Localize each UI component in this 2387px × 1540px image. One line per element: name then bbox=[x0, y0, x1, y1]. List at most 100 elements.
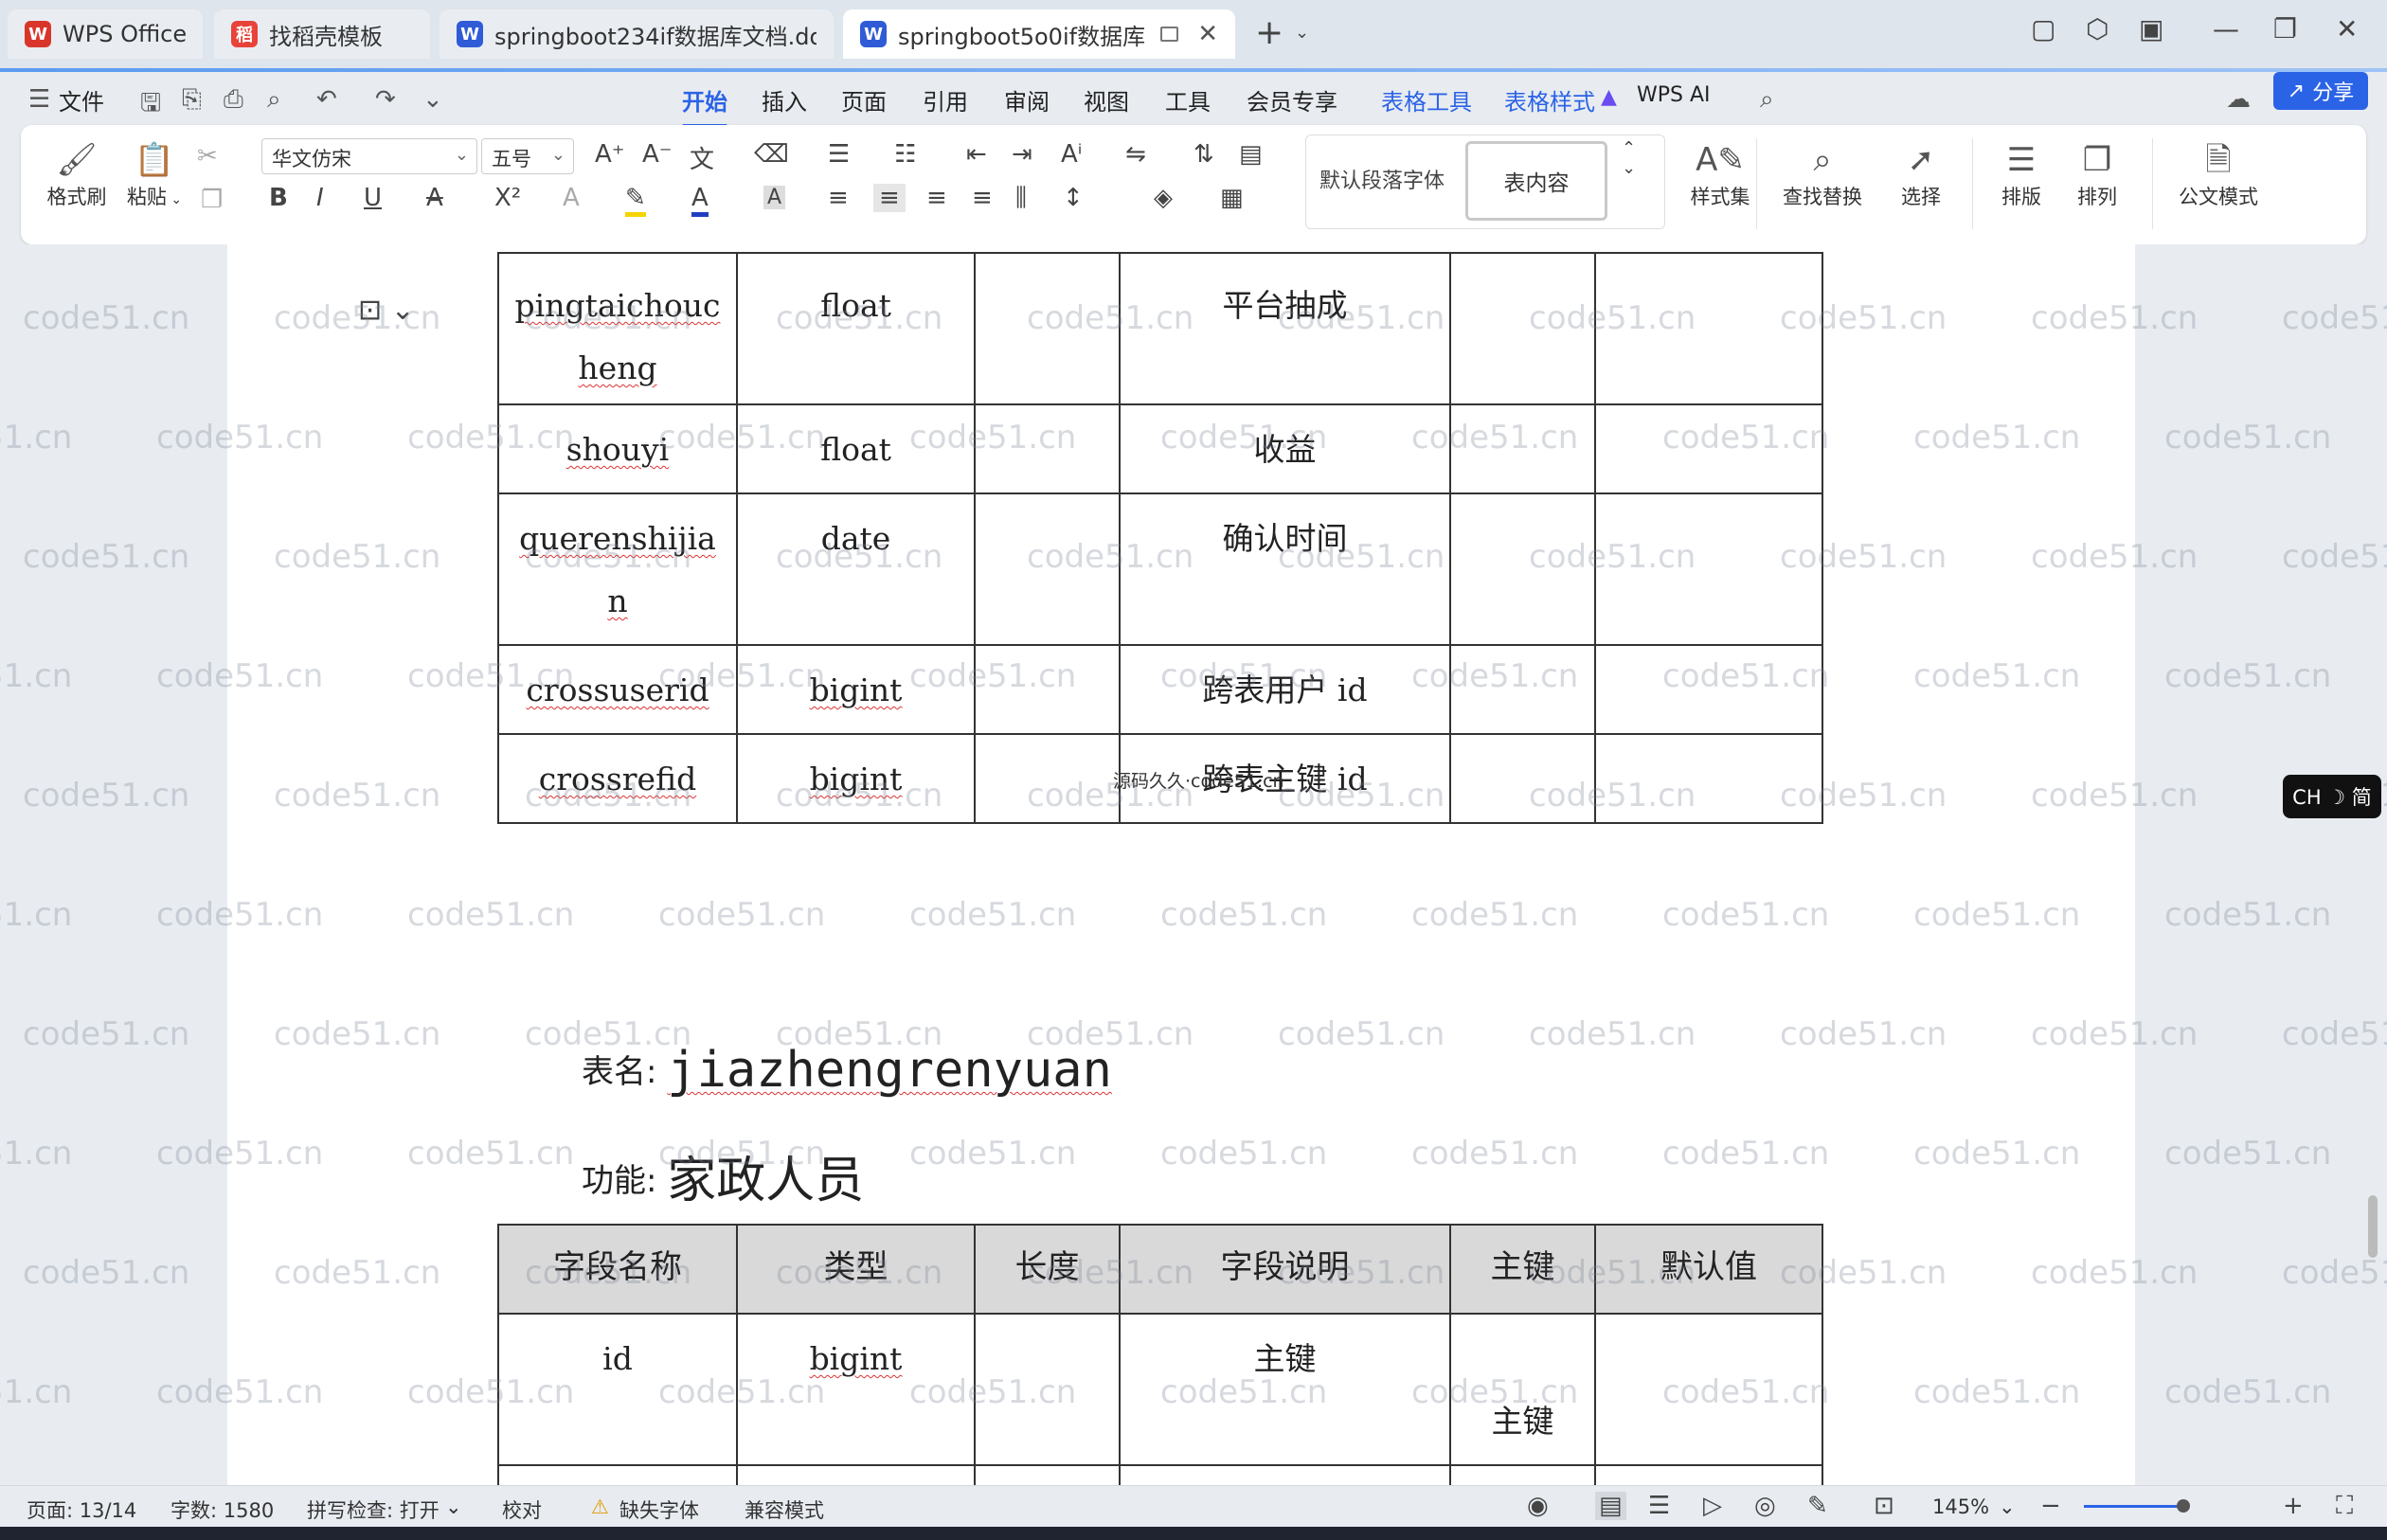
play-icon[interactable]: ▷ bbox=[1703, 1492, 1722, 1520]
field-pk-cell[interactable] bbox=[1449, 403, 1596, 494]
field-name-cell[interactable]: id bbox=[497, 1313, 738, 1466]
chevron-down-icon[interactable]: ⌄ bbox=[445, 1495, 462, 1518]
field-pk-cell[interactable] bbox=[1449, 252, 1596, 405]
justify-icon[interactable]: ≡ bbox=[972, 184, 993, 212]
menu-tab-page[interactable]: 页面 bbox=[841, 83, 887, 116]
table-row[interactable]: id bigint 主键 主键 bbox=[497, 1313, 1823, 1466]
pen-icon[interactable]: ✎ bbox=[1807, 1492, 1828, 1520]
clear-format-icon[interactable]: ⌫ bbox=[754, 140, 789, 169]
new-tab-plus-icon[interactable]: + bbox=[1255, 13, 1283, 52]
menu-tab-reference[interactable]: 引用 bbox=[923, 83, 968, 116]
field-pk-cell[interactable] bbox=[1449, 733, 1596, 824]
field-length-cell[interactable] bbox=[974, 403, 1121, 494]
field-pk-cell[interactable] bbox=[1449, 492, 1596, 646]
word-count[interactable]: 字数: 1580 bbox=[170, 1495, 274, 1524]
decrease-indent-icon[interactable]: ⇤ bbox=[966, 140, 987, 169]
window-layout-icon[interactable]: ▢ bbox=[2031, 13, 2055, 45]
field-name-cell[interactable]: pingtaichouc heng bbox=[497, 252, 738, 405]
field-length-cell[interactable] bbox=[974, 644, 1121, 735]
table-row[interactable]: querenshijia n date 确认时间 bbox=[497, 492, 1823, 646]
table-name-heading[interactable]: 表名: jiazhengrenyuan bbox=[582, 1042, 1112, 1099]
tab-doc-234[interactable]: W springboot234if数据库文档.doc bbox=[440, 9, 834, 59]
close-window-icon[interactable]: ✕ bbox=[2336, 13, 2358, 45]
close-tab-icon[interactable]: ✕ bbox=[1197, 20, 1218, 48]
menu-tab-insert[interactable]: 插入 bbox=[762, 83, 807, 116]
field-pk-cell[interactable] bbox=[1449, 644, 1596, 735]
zoom-level[interactable]: 145% bbox=[1932, 1495, 1989, 1518]
cloud-upload-icon[interactable]: ☁ bbox=[2226, 85, 2251, 114]
field-type-cell[interactable]: bigint bbox=[736, 1313, 976, 1466]
table-row[interactable]: crossuserid bigint 跨表用户 id bbox=[497, 644, 1823, 735]
menu-tab-table-tools[interactable]: 表格工具 bbox=[1381, 83, 1472, 116]
chevron-down-icon[interactable]: ⌄ bbox=[1999, 1495, 2016, 1518]
avatar[interactable]: ▣ bbox=[2139, 13, 2163, 45]
field-type-cell[interactable]: bigint bbox=[736, 733, 976, 824]
proofread-button[interactable]: 校对 bbox=[502, 1495, 542, 1524]
field-desc-cell[interactable]: 收益 bbox=[1119, 403, 1451, 494]
menu-tab-table-style[interactable]: 表格样式 bbox=[1504, 83, 1595, 116]
field-default-cell[interactable] bbox=[1594, 644, 1823, 735]
bold-icon[interactable]: B bbox=[269, 184, 288, 212]
styles-button[interactable]: A✎ 样式集 bbox=[1680, 138, 1760, 210]
table-handle-icon[interactable]: ⊡ ⌄ bbox=[358, 294, 415, 327]
field-name-cell[interactable]: querenshijia n bbox=[497, 492, 738, 646]
menu-tab-view[interactable]: 视图 bbox=[1084, 83, 1129, 116]
table-row[interactable]: pingtaichouc heng float 平台抽成 bbox=[497, 252, 1823, 405]
function-heading[interactable]: 功能: 家政人员 bbox=[582, 1140, 864, 1211]
align-right-icon[interactable]: ≡ bbox=[926, 184, 947, 212]
field-type-cell[interactable]: float bbox=[736, 252, 976, 405]
superscript-icon[interactable]: X² bbox=[494, 184, 521, 212]
chevron-down-icon[interactable]: ⌄ bbox=[1295, 23, 1309, 43]
redo-icon[interactable]: ↷ bbox=[375, 85, 396, 114]
zoom-out-icon[interactable]: − bbox=[2040, 1492, 2061, 1520]
align-center-icon[interactable]: ≡ bbox=[873, 184, 906, 212]
field-default-cell[interactable] bbox=[1594, 252, 1823, 405]
layout-button[interactable]: ☰ 排版 bbox=[1991, 138, 2052, 210]
style-table-content[interactable]: 表内容 bbox=[1465, 141, 1607, 221]
highlight-icon[interactable]: ✎ bbox=[625, 184, 646, 217]
phonetic-icon[interactable]: 文 bbox=[690, 140, 714, 175]
restore-icon[interactable]: ❐ bbox=[2273, 13, 2297, 45]
menu-tab-review[interactable]: 审阅 bbox=[1004, 83, 1050, 116]
hamburger-icon[interactable]: ☰ bbox=[28, 85, 50, 114]
field-length-cell[interactable] bbox=[974, 733, 1121, 824]
field-name-cell[interactable]: crossuserid bbox=[497, 644, 738, 735]
find-replace-button[interactable]: ⌕ 查找替换 bbox=[1775, 138, 1870, 210]
menu-file[interactable]: 文件 bbox=[59, 83, 104, 116]
border-icon[interactable]: ▦ bbox=[1220, 184, 1244, 212]
select-button[interactable]: ➚ 选择 bbox=[1891, 138, 1951, 210]
tab-docer-templates[interactable]: 稻 找稻壳模板 bbox=[214, 9, 430, 59]
monitor-icon[interactable] bbox=[1160, 27, 1179, 42]
cube-icon[interactable]: ⬡ bbox=[2086, 13, 2109, 45]
zoom-in-icon[interactable]: + bbox=[2283, 1492, 2304, 1520]
gallery-scroll-icon[interactable]: ⌃ ⌄ bbox=[1622, 138, 1636, 178]
menu-tab-home[interactable]: 开始 bbox=[682, 83, 727, 128]
paste-button[interactable]: 📋 粘贴 ⌄ bbox=[121, 138, 188, 210]
field-pk-cell[interactable]: 主键 bbox=[1449, 1313, 1596, 1466]
official-doc-mode-button[interactable]: 🗎 公文模式 bbox=[2169, 138, 2268, 210]
field-desc-cell[interactable]: 主键 bbox=[1119, 1313, 1451, 1466]
save-icon[interactable]: 🖫 bbox=[140, 85, 161, 127]
cut-icon[interactable]: ✂ bbox=[197, 142, 218, 170]
show-marks-icon[interactable]: ▤ bbox=[1239, 140, 1263, 169]
char-shading-icon[interactable]: A bbox=[763, 186, 786, 209]
minimize-icon[interactable]: — bbox=[2213, 13, 2239, 45]
style-default-paragraph-font[interactable]: 默认段落字体 bbox=[1319, 164, 1445, 194]
field-default-cell[interactable] bbox=[1594, 492, 1823, 646]
field-desc-cell[interactable]: 确认时间 bbox=[1119, 492, 1451, 646]
increase-indent-icon[interactable]: ⇥ bbox=[1012, 140, 1032, 169]
field-default-cell[interactable] bbox=[1594, 403, 1823, 494]
eye-protect-icon[interactable]: ◉ bbox=[1527, 1492, 1549, 1520]
chevron-down-icon[interactable]: ⌄ bbox=[422, 85, 443, 114]
sort-icon[interactable]: ⇅ bbox=[1194, 140, 1214, 169]
text-effect-icon[interactable]: A bbox=[563, 184, 580, 212]
missing-font-button[interactable]: 缺失字体 bbox=[619, 1495, 699, 1524]
underline-icon[interactable]: U bbox=[364, 184, 382, 212]
field-length-cell[interactable] bbox=[974, 252, 1121, 405]
fullscreen-icon[interactable]: ⛶ bbox=[2336, 1492, 2353, 1521]
fields-table-jiazhengrenyuan[interactable]: 字段名称 类型 长度 字段说明 主键 默认值 id bigint 主键 主键 bbox=[497, 1224, 1823, 1504]
grow-font-icon[interactable]: A⁺ bbox=[595, 140, 625, 169]
field-desc-cell[interactable]: 平台抽成 bbox=[1119, 252, 1451, 405]
vertical-scrollbar[interactable] bbox=[2362, 248, 2387, 1479]
field-default-cell[interactable] bbox=[1594, 733, 1823, 824]
